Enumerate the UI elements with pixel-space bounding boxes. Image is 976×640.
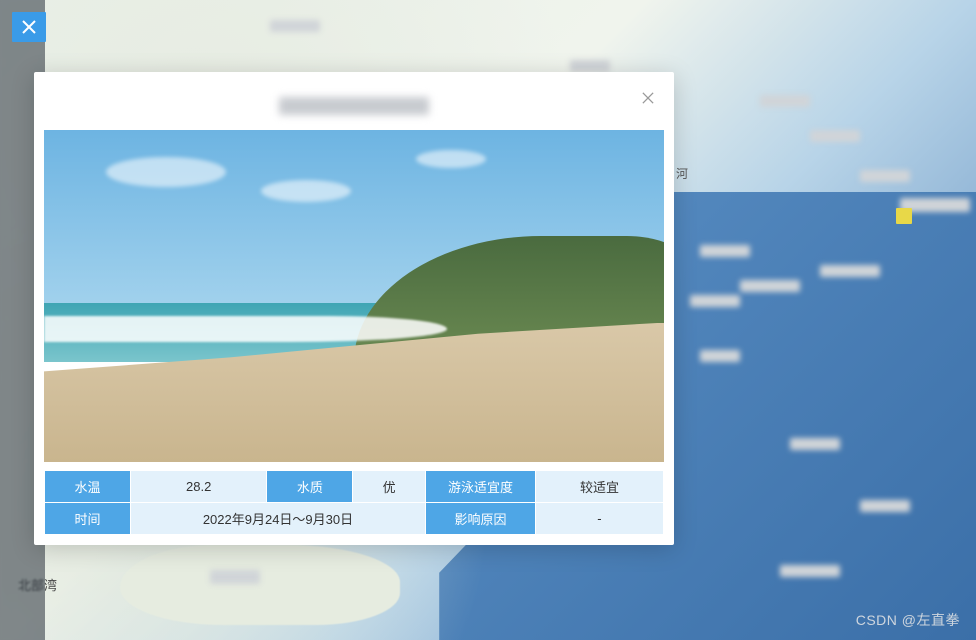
label-reason: 影响原因 <box>425 503 535 535</box>
blur-poi <box>790 438 840 450</box>
island-shape <box>120 545 400 625</box>
blur-poi <box>690 295 740 307</box>
label-water-quality: 水质 <box>267 471 353 503</box>
close-icon <box>22 20 36 34</box>
watermark: CSDN @左直拳 <box>856 610 960 630</box>
map-label-river: 河 <box>676 165 688 182</box>
blur-poi <box>860 500 910 512</box>
location-photo <box>44 130 664 462</box>
info-table: 水温 28.2 水质 优 游泳适宜度 较适宜 时间 2022年9月24日～9月3… <box>44 470 664 535</box>
blur-poi <box>820 265 880 277</box>
modal-close-button[interactable] <box>638 88 658 108</box>
label-swim-suitability: 游泳适宜度 <box>425 471 535 503</box>
value-swim-suitability: 较适宜 <box>535 471 663 503</box>
map-marker-highlight[interactable] <box>896 208 912 224</box>
value-reason: - <box>535 503 663 535</box>
close-icon <box>642 92 654 104</box>
label-time: 时间 <box>45 503 131 535</box>
blur-poi <box>700 350 740 362</box>
blur-poi <box>740 280 800 292</box>
value-time: 2022年9月24日～9月30日 <box>131 503 426 535</box>
label-water-temp: 水温 <box>45 471 131 503</box>
panel-close-button[interactable] <box>12 12 46 42</box>
blur-poi <box>860 170 910 182</box>
table-row: 时间 2022年9月24日～9月30日 影响原因 - <box>45 503 664 535</box>
blur-poi <box>780 565 840 577</box>
blur-poi <box>570 60 610 72</box>
value-water-quality: 优 <box>353 471 426 503</box>
modal-header <box>44 82 664 130</box>
blur-poi <box>700 245 750 257</box>
blur-poi <box>760 95 810 107</box>
info-modal: 水温 28.2 水质 优 游泳适宜度 较适宜 时间 2022年9月24日～9月3… <box>34 72 674 545</box>
blur-poi <box>270 20 320 32</box>
table-row: 水温 28.2 水质 优 游泳适宜度 较适宜 <box>45 471 664 503</box>
value-water-temp: 28.2 <box>131 471 267 503</box>
blur-poi <box>810 130 860 142</box>
modal-title-blurred <box>279 97 429 115</box>
blur-poi <box>210 570 260 584</box>
